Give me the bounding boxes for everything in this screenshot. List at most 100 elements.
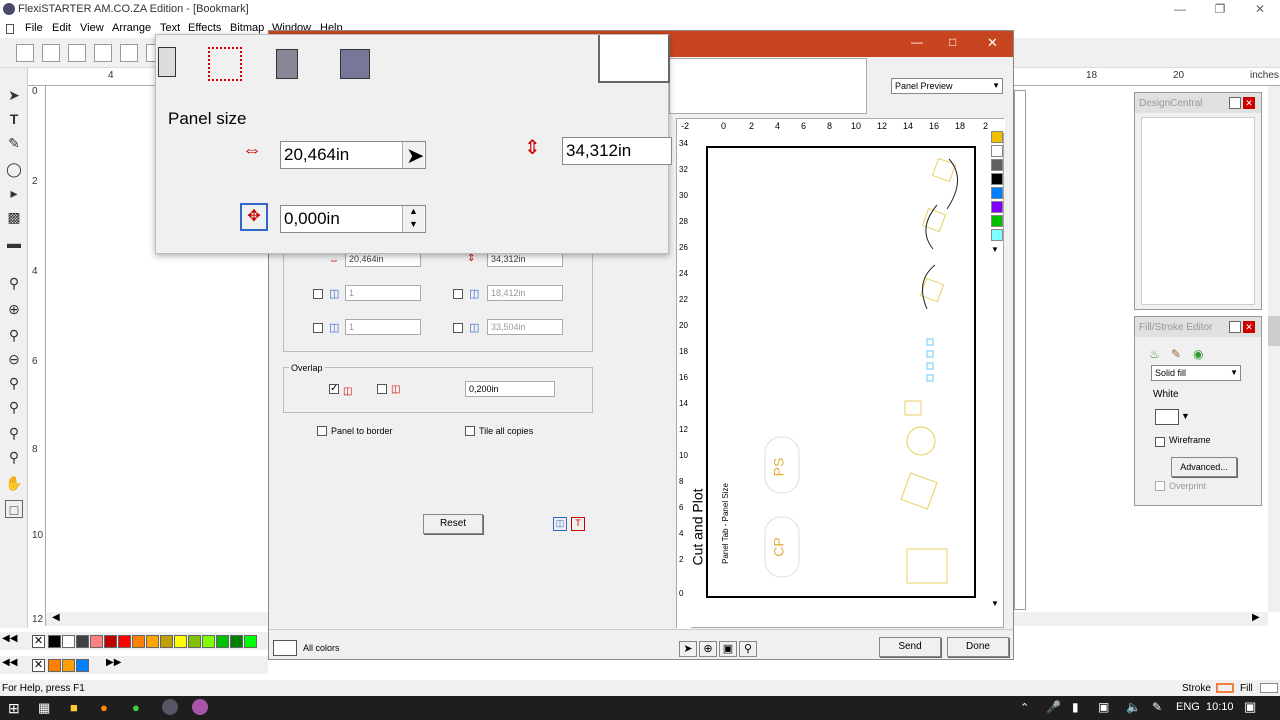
tile-apply-icon[interactable]: T: [571, 517, 585, 531]
color-scroll-down-icon[interactable]: ▼: [991, 245, 999, 254]
zoom-out-icon[interactable]: ⊖: [5, 350, 23, 368]
file-explorer-icon[interactable]: ■: [70, 700, 78, 715]
wireframe-checkbox[interactable]: [1155, 437, 1165, 447]
palette-swatch[interactable]: [76, 659, 89, 672]
windows-start-icon[interactable]: ⊞: [8, 700, 20, 717]
pan-hand-icon[interactable]: ✋: [5, 474, 23, 492]
chrome-icon[interactable]: ●: [132, 700, 140, 715]
stroke-swatch[interactable]: [1216, 683, 1234, 693]
spin-up-icon[interactable]: ▲: [409, 206, 418, 216]
all-colors-icon[interactable]: [273, 640, 297, 656]
color-swatch[interactable]: [991, 145, 1003, 157]
minimize-button[interactable]: —: [1160, 0, 1200, 20]
overlap-horizontal-checkbox[interactable]: ✓: [329, 384, 339, 394]
network-icon[interactable]: ▣: [1098, 700, 1109, 714]
palette-swatch[interactable]: [48, 635, 61, 648]
plotter-add-tab-icon[interactable]: [340, 49, 370, 79]
text-tool-icon[interactable]: T: [5, 110, 23, 128]
shape-tool-icon[interactable]: ✎: [5, 134, 23, 152]
palette-swatch[interactable]: [76, 635, 89, 648]
row-size-checkbox[interactable]: [453, 323, 463, 333]
pen-tray-icon[interactable]: ✎: [1152, 700, 1162, 714]
color-swatch[interactable]: [991, 201, 1003, 213]
new-file-icon[interactable]: [16, 44, 34, 62]
preview-zoom-all-icon[interactable]: ⚲: [739, 641, 757, 657]
stroke-style-icon[interactable]: ◉: [1193, 347, 1203, 361]
columns-checkbox[interactable]: [313, 289, 323, 299]
palette-swatch[interactable]: [174, 635, 187, 648]
columns-field[interactable]: 1: [345, 285, 421, 301]
zoom-in-icon[interactable]: ⊕: [5, 300, 23, 318]
firefox-icon[interactable]: ●: [100, 700, 108, 715]
dialog-close-button[interactable]: ✕: [987, 35, 998, 51]
menu-edit[interactable]: Edit: [52, 22, 71, 34]
save-icon[interactable]: [68, 44, 86, 62]
tile-grid-icon[interactable]: ◫: [553, 517, 567, 531]
zoom-actual-icon[interactable]: ⚲: [5, 448, 23, 466]
panel-maximize-icon[interactable]: [1229, 321, 1241, 333]
panel-offset-spinner[interactable]: ▲ ▼: [402, 206, 424, 232]
fill-tool-icon[interactable]: ▩: [5, 208, 23, 226]
overlap-field[interactable]: 0,200in: [465, 381, 555, 397]
palette-swatch[interactable]: [188, 635, 201, 648]
fill-bucket-icon[interactable]: ♨: [1149, 347, 1160, 361]
scroll-left-icon[interactable]: ◀: [52, 612, 60, 623]
menu-arrange[interactable]: Arrange: [112, 22, 151, 34]
rows-checkbox[interactable]: [313, 323, 323, 333]
pen-icon[interactable]: ✎: [1171, 347, 1181, 361]
scroll-right-icon[interactable]: ▶: [1252, 612, 1260, 623]
panel-close-icon[interactable]: ✕: [1243, 321, 1255, 333]
tab-icon[interactable]: [158, 47, 176, 77]
microphone-icon[interactable]: 🎤: [1046, 700, 1061, 714]
ellipse-tool-icon[interactable]: ◯: [5, 160, 23, 178]
maximize-button[interactable]: ❐: [1200, 0, 1240, 20]
color-swatch[interactable]: [991, 215, 1003, 227]
select-tool-icon[interactable]: ➤: [5, 86, 23, 104]
palette-swatch[interactable]: [202, 635, 215, 648]
zoom-selection-icon[interactable]: ⚲: [5, 398, 23, 416]
preview-tool-icon[interactable]: □: [5, 500, 23, 518]
measure-tool-icon[interactable]: ▬: [5, 234, 23, 252]
fill-type-select[interactable]: Solid fill ▼: [1151, 365, 1241, 381]
palette-swatch[interactable]: [230, 635, 243, 648]
plotter-tab-icon[interactable]: [276, 49, 298, 79]
color-swatch[interactable]: [991, 131, 1003, 143]
rows-field[interactable]: 1: [345, 319, 421, 335]
preview-zoom-page-icon[interactable]: ▣: [719, 641, 737, 657]
clock[interactable]: 10:10: [1206, 701, 1234, 713]
palette-swatch[interactable]: [146, 635, 159, 648]
menu-view[interactable]: View: [80, 22, 104, 34]
zoom-page-icon[interactable]: ⚲: [5, 326, 23, 344]
menu-text[interactable]: Text: [160, 22, 180, 34]
row-size-field[interactable]: 33,504in: [487, 319, 563, 335]
chevron-down-icon[interactable]: ▼: [1181, 411, 1190, 421]
open-file-icon[interactable]: [42, 44, 60, 62]
color-swatch[interactable]: [991, 173, 1003, 185]
palette2-scroll-right-icon[interactable]: ▶▶: [106, 657, 121, 668]
zoom-tool-icon[interactable]: ⚲: [5, 274, 23, 292]
overlap-vertical-checkbox[interactable]: [377, 384, 387, 394]
palette-swatch[interactable]: [90, 635, 103, 648]
menu-bitmap[interactable]: Bitmap: [230, 22, 264, 34]
panel-close-icon[interactable]: ✕: [1243, 97, 1255, 109]
overprint-checkbox[interactable]: [1155, 481, 1165, 491]
tile-all-copies-checkbox[interactable]: [465, 426, 475, 436]
zoom-fit-icon[interactable]: ⚲: [5, 424, 23, 442]
send-button[interactable]: Send: [879, 637, 941, 657]
palette-swatch[interactable]: [132, 635, 145, 648]
preview-select-icon[interactable]: ➤: [679, 641, 697, 657]
close-button[interactable]: ✕: [1240, 0, 1280, 20]
fill-swatch[interactable]: [1260, 683, 1278, 693]
vertical-scrollbar[interactable]: [1268, 86, 1280, 612]
dialog-minimize-button[interactable]: —: [911, 35, 923, 49]
palette-swatch[interactable]: [62, 659, 75, 672]
preview-zoom-in-icon[interactable]: ⊕: [699, 641, 717, 657]
color-swatch[interactable]: [991, 159, 1003, 171]
scroll-thumb[interactable]: [1268, 316, 1280, 346]
palette-scroll-left-icon[interactable]: ◀◀: [2, 633, 17, 644]
preview-mode-select[interactable]: Panel Preview ▼: [891, 78, 1003, 94]
cut-icon[interactable]: [120, 44, 138, 62]
palette2-scroll-left-icon[interactable]: ◀◀: [2, 657, 17, 668]
node-tool-icon[interactable]: ▸: [5, 184, 23, 202]
color-picker-button[interactable]: [1155, 409, 1179, 425]
